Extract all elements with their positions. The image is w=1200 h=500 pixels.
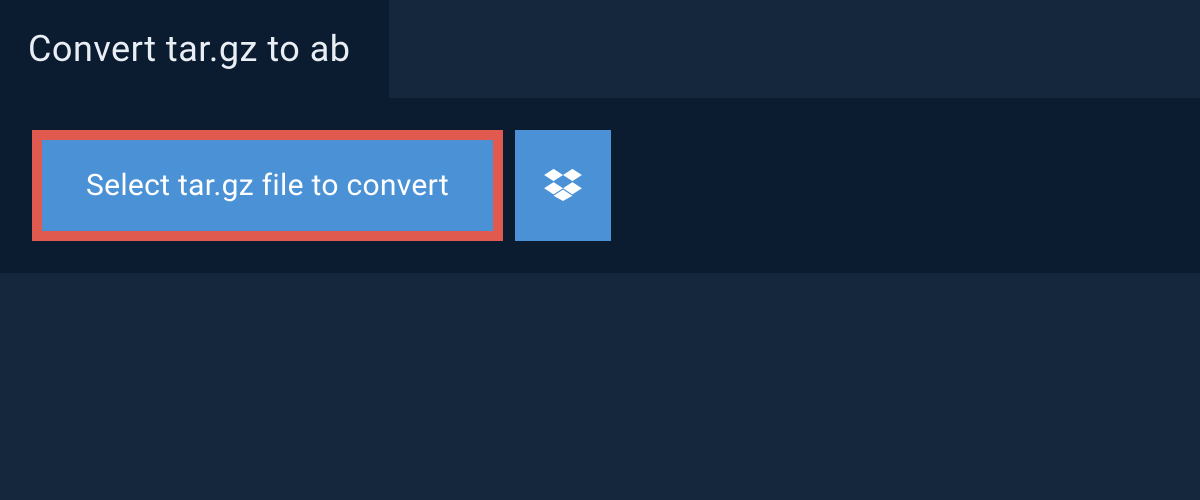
tab-header: Convert tar.gz to ab xyxy=(0,0,389,98)
button-row: Select tar.gz file to convert xyxy=(32,130,1168,241)
upload-panel: Select tar.gz file to convert xyxy=(0,98,1200,273)
select-file-button[interactable]: Select tar.gz file to convert xyxy=(32,130,503,241)
select-file-label: Select tar.gz file to convert xyxy=(86,168,449,203)
page-title: Convert tar.gz to ab xyxy=(28,28,351,70)
dropbox-icon xyxy=(544,167,582,204)
dropbox-button[interactable] xyxy=(515,130,611,241)
